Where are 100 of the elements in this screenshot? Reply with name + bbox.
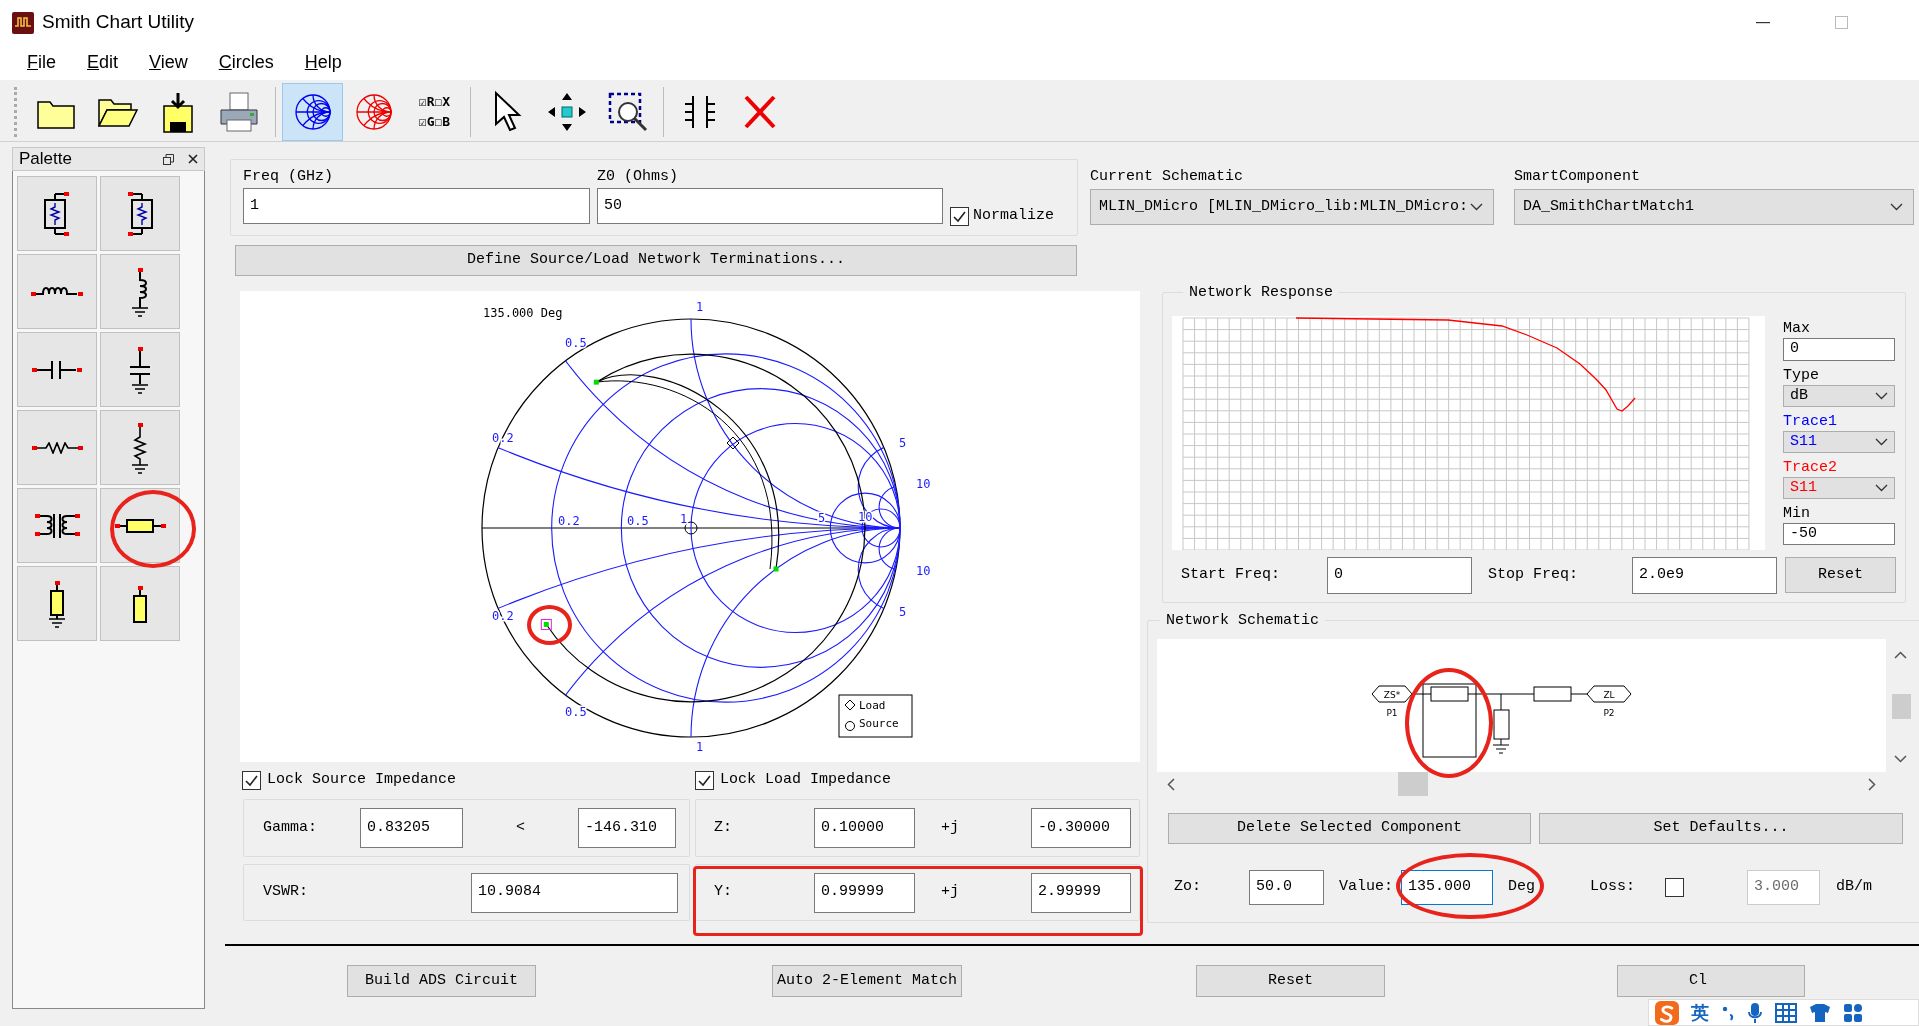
scroll-thumb[interactable]: [1398, 772, 1428, 796]
restore-icon[interactable]: [163, 153, 174, 165]
field-label: Max: [1783, 320, 1811, 338]
field-label: Start Freq:: [1181, 564, 1282, 585]
input-field[interactable]: 0.10000: [814, 808, 915, 848]
input-field[interactable]: 10.9084: [471, 872, 678, 913]
chevron-icon: [1890, 203, 1903, 211]
palette-button[interactable]: [100, 410, 180, 485]
palette-button[interactable]: [17, 488, 97, 563]
chart-label: 5: [899, 436, 907, 450]
palette-button[interactable]: [100, 488, 180, 563]
transformer-icon: [33, 512, 81, 539]
series-capacitor-icon: [31, 359, 83, 380]
input-field[interactable]: -146.310: [578, 808, 676, 848]
palette-button[interactable]: [100, 332, 180, 407]
point-marker: [593, 379, 599, 385]
keyboard-icon[interactable]: [1775, 1002, 1797, 1023]
dropdown[interactable]: DA_SmithChartMatch1: [1514, 189, 1914, 225]
set-defaults-button[interactable]: Set Defaults...: [1539, 813, 1903, 844]
apps-icon[interactable]: [1843, 1002, 1863, 1023]
shunt-stub-icon: [48, 579, 66, 628]
field-label: Loss:: [1590, 877, 1636, 898]
input-field[interactable]: -0.30000: [1031, 808, 1131, 848]
field-label: Y:: [714, 882, 733, 903]
annotation-ellipse: [527, 605, 572, 645]
scroll-left-icon[interactable]: [1167, 778, 1175, 791]
palette-button[interactable]: [17, 332, 97, 407]
scroll-right-icon[interactable]: [1868, 778, 1876, 791]
shirt-icon[interactable]: [1809, 1002, 1831, 1023]
checkbox[interactable]: [950, 206, 969, 226]
unit-label: dB/m: [1836, 877, 1872, 898]
minimize-icon[interactable]: [1756, 21, 1770, 24]
define-terminations-button[interactable]: Define Source/Load Network Terminations...: [235, 245, 1077, 276]
chevron-icon: [1875, 392, 1888, 400]
scroll-thumb[interactable]: [1892, 694, 1911, 719]
menu-item[interactable]: View: [149, 49, 188, 76]
menu-item[interactable]: Circles: [218, 49, 274, 76]
palette-button[interactable]: [17, 176, 97, 251]
dialog-button[interactable]: Cl: [1617, 965, 1805, 997]
scroll-up-icon[interactable]: [1894, 651, 1907, 659]
input-field[interactable]: -50: [1783, 523, 1895, 545]
shunt-element[interactable]: [1493, 709, 1510, 740]
input-field[interactable]: 0: [1783, 338, 1895, 361]
field-label: Value:: [1339, 877, 1394, 898]
dialog-button[interactable]: Reset: [1196, 965, 1385, 997]
palette-button[interactable]: [100, 566, 180, 641]
input-field[interactable]: 1: [243, 188, 590, 224]
menu-item[interactable]: File: [27, 49, 56, 76]
dropdown[interactable]: dB: [1783, 385, 1895, 407]
toolbar-button[interactable]: [282, 82, 343, 141]
field-label: Stop Freq:: [1488, 564, 1579, 585]
input-field[interactable]: 0.99999: [814, 872, 915, 913]
scroll-down-icon[interactable]: [1894, 755, 1907, 763]
checkbox[interactable]: [695, 770, 714, 790]
series-element[interactable]: [1430, 686, 1469, 702]
dropdown[interactable]: MLIN_DMicro [MLIN_DMicro_lib:MLIN_DMicro:: [1090, 189, 1494, 225]
panel-title: Palette: [19, 148, 72, 171]
field-label: Zo:: [1174, 877, 1202, 898]
input-field[interactable]: 2.0e9: [1632, 556, 1777, 594]
microphone-icon[interactable]: [1747, 1001, 1763, 1024]
input-field[interactable]: 135.000: [1401, 870, 1493, 905]
chart-label: 1: [696, 740, 704, 754]
resistor-box-icon: [44, 190, 70, 237]
field-label: Z0 (Ohms): [597, 167, 679, 187]
input-field[interactable]: 50.0: [1249, 870, 1324, 905]
menu-item[interactable]: Edit: [87, 49, 119, 76]
chart-label: 0.5: [565, 336, 587, 350]
chart-label: 5: [899, 605, 907, 619]
reset-button[interactable]: Reset: [1785, 557, 1896, 593]
checkbox-label: Lock Load Impedance: [720, 769, 892, 790]
palette-button[interactable]: [17, 566, 97, 641]
input-field[interactable]: 0: [1327, 556, 1472, 594]
palette-button[interactable]: [100, 254, 180, 329]
dialog-button[interactable]: Auto 2-Element Match: [772, 965, 962, 997]
imaginary-unit: +j: [941, 882, 960, 903]
input-field[interactable]: 2.99999: [1031, 872, 1131, 913]
input-field[interactable]: 50: [597, 188, 943, 224]
dialog-button[interactable]: Build ADS Circuit: [347, 965, 536, 997]
source-marker: [845, 721, 855, 731]
unit-label: Deg: [1508, 877, 1536, 898]
angle-label: 135.000 Deg: [483, 306, 563, 320]
toggle-button[interactable]: ☑R☐X: [418, 92, 451, 111]
app-icon: [12, 11, 34, 34]
shunt-inductor-icon: [131, 266, 149, 317]
series-element[interactable]: [1533, 686, 1572, 702]
close-icon[interactable]: [188, 154, 198, 164]
toggle-button[interactable]: ☑G☐B: [418, 112, 451, 131]
palette-button[interactable]: [100, 176, 180, 251]
ime-logo[interactable]: [1655, 1000, 1679, 1025]
checkbox-label: Lock Source Impedance: [267, 769, 457, 790]
field-label: Gamma:: [263, 817, 318, 838]
shunt-capacitor-icon: [129, 345, 151, 394]
delete-component-button[interactable]: Delete Selected Component: [1168, 813, 1531, 844]
port-symbol-label: ZL: [1603, 690, 1615, 700]
input-mode-label[interactable]: 英: [1691, 1002, 1709, 1023]
point-marker: [773, 566, 779, 572]
checkbox[interactable]: [242, 770, 261, 790]
menu-item[interactable]: Help: [304, 49, 342, 76]
dropdown[interactable]: S11: [1783, 431, 1895, 453]
input-field[interactable]: 0.83205: [360, 808, 463, 848]
